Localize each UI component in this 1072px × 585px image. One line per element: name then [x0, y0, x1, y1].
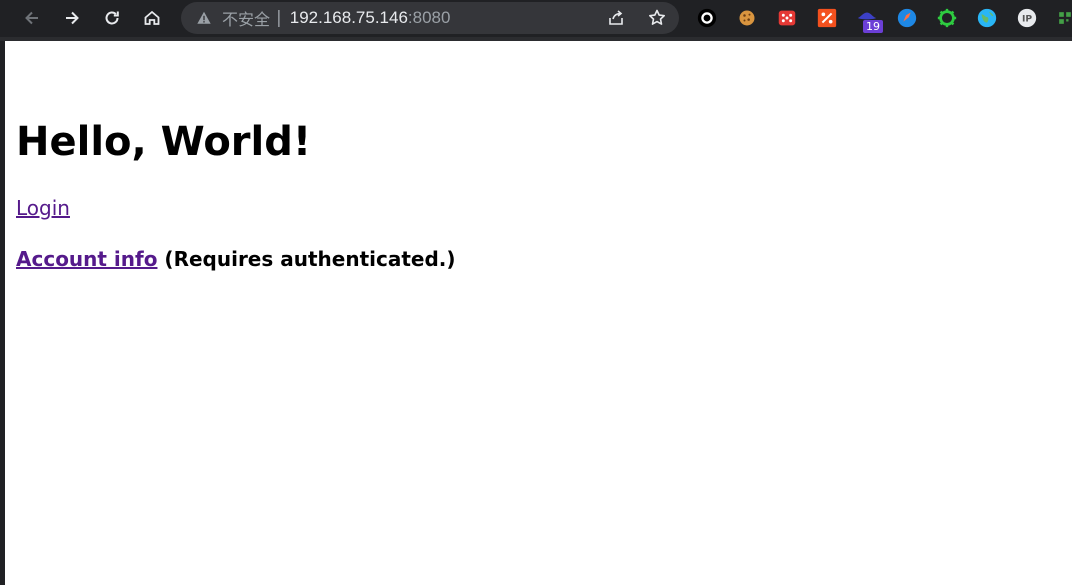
- forward-button[interactable]: [58, 5, 86, 31]
- account-info-link[interactable]: Account info: [16, 247, 157, 271]
- reload-button[interactable]: [98, 5, 126, 31]
- rocket-icon[interactable]: [895, 6, 919, 30]
- address-bar[interactable]: 不安全 | 192.168.75.146 :8080: [181, 2, 679, 34]
- home-button[interactable]: [138, 5, 166, 31]
- url-separator: |: [276, 8, 282, 28]
- arrow-right-icon: [66, 11, 79, 25]
- back-button[interactable]: [18, 5, 46, 31]
- home-icon: [144, 10, 160, 25]
- url-host: 192.168.75.146: [289, 8, 408, 27]
- gear-icon[interactable]: [935, 6, 959, 30]
- security-status[interactable]: 不安全: [222, 6, 270, 30]
- grid-icon[interactable]: [1054, 6, 1072, 30]
- globe-icon[interactable]: [975, 6, 999, 30]
- cookie-icon[interactable]: [735, 6, 759, 30]
- share-icon[interactable]: [605, 7, 627, 29]
- arrow-left-icon: [25, 11, 38, 25]
- url-port: :8080: [407, 8, 451, 27]
- page-title: Hello, World!: [16, 119, 312, 165]
- svg-text:IP: IP: [1022, 14, 1032, 25]
- circle-icon[interactable]: [695, 6, 719, 30]
- extension-badge: 19: [863, 20, 883, 33]
- bookmark-star-icon[interactable]: [646, 7, 668, 29]
- toolbar-divider: [0, 37, 1072, 41]
- warning-icon: [195, 9, 213, 27]
- login-link[interactable]: Login: [16, 196, 70, 220]
- percent-icon[interactable]: [815, 6, 839, 30]
- account-info-line: Account info (Requires authenticated.): [16, 247, 456, 271]
- window-edge: [0, 41, 5, 585]
- dice-icon[interactable]: [775, 6, 799, 30]
- browser-toolbar: 不安全 | 192.168.75.146 :8080 19 IP: [0, 0, 1072, 37]
- ip-icon[interactable]: IP: [1015, 6, 1039, 30]
- auth-requirement-note: (Requires authenticated.): [157, 247, 456, 271]
- reload-icon: [105, 11, 119, 25]
